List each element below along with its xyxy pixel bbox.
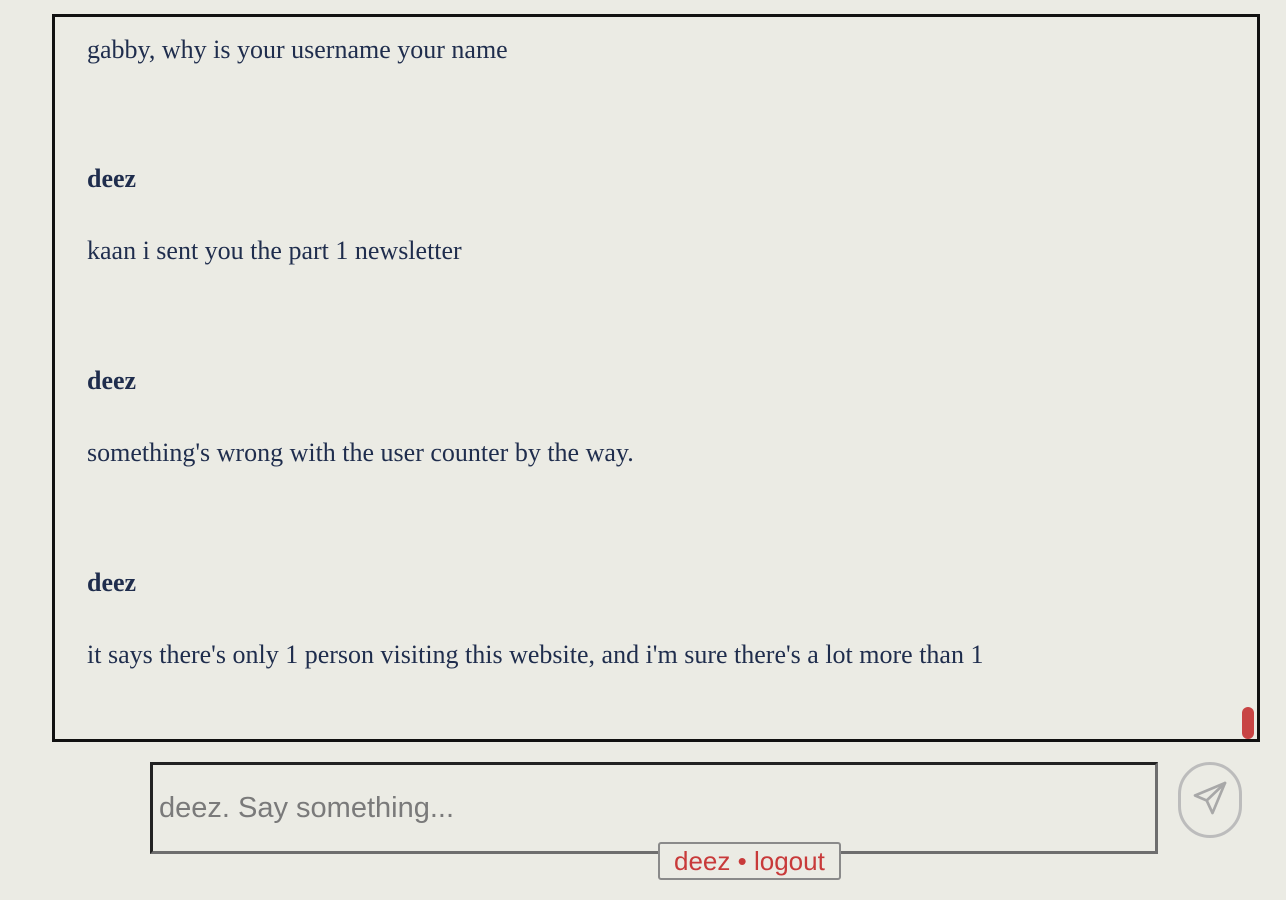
- logout-link[interactable]: logout: [754, 846, 825, 876]
- message-author: deez: [87, 164, 137, 193]
- username-label: deez: [674, 846, 731, 876]
- message-input[interactable]: [153, 765, 1155, 851]
- message-text: gabby, why is your username your name: [87, 35, 508, 64]
- send-button[interactable]: [1178, 762, 1242, 838]
- message-composer: [150, 762, 1158, 854]
- user-status-bar: deez • logout: [658, 842, 841, 880]
- chat-log[interactable]: gabby, why is your username your name de…: [52, 14, 1260, 742]
- scrollbar-thumb[interactable]: [1242, 707, 1254, 739]
- message-author: deez: [87, 568, 137, 597]
- message-author: deez: [87, 366, 137, 395]
- message-text: something's wrong with the user counter …: [87, 438, 634, 467]
- message-text: kaan i sent you the part 1 newsletter: [87, 236, 462, 265]
- separator-dot: •: [737, 846, 747, 876]
- paper-plane-icon: [1190, 778, 1230, 823]
- message-text: it says there's only 1 person visiting t…: [87, 640, 984, 669]
